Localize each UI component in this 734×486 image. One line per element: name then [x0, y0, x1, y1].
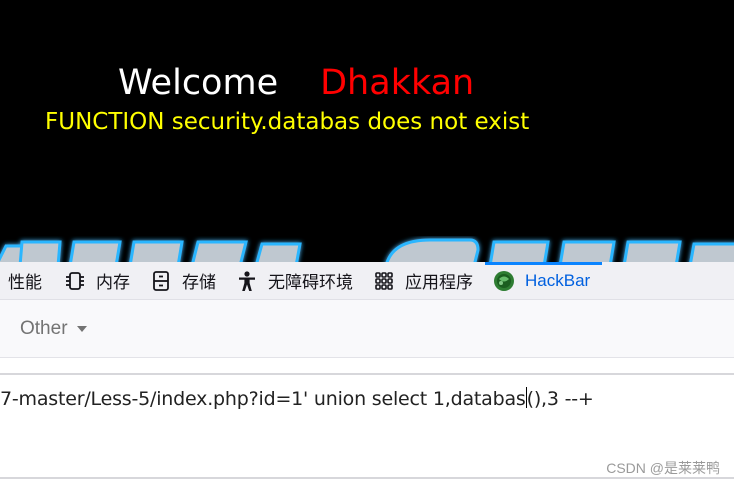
url-text-after-cursor: (),3 --+ [526, 388, 594, 410]
welcome-text: Welcome [118, 63, 279, 103]
other-menu-button[interactable]: Other [20, 318, 87, 340]
hackbar-toolbar: Other [0, 300, 734, 358]
tab-accessibility[interactable]: 无障碍环境 [228, 262, 365, 300]
url-text-before-cursor: 7-master/Less-5/index.php?id=1' union se… [0, 388, 526, 410]
tab-memory[interactable]: 内存 [56, 262, 142, 300]
storage-icon [150, 270, 172, 292]
devtools-tab-bar: 性能 内存 存储 无障碍环境 应用程序 HackBar [0, 261, 734, 300]
tab-label: HackBar [525, 270, 591, 290]
other-menu-label: Other [20, 318, 68, 339]
website-content: Welcome Dhakkan FUNCTION security.databas… [0, 0, 734, 262]
tab-label: 内存 [96, 273, 130, 292]
hackbar-logo-icon [493, 270, 515, 292]
memory-chip-icon [64, 270, 86, 292]
url-text: 7-master/Less-5/index.php?id=1' union se… [0, 387, 594, 410]
site-logo-banner [0, 238, 734, 262]
tab-label: 存储 [182, 273, 216, 292]
accessibility-icon [236, 270, 258, 292]
tab-label: 无障碍环境 [268, 273, 353, 292]
app-grid-icon [373, 270, 395, 292]
tab-label: 性能 [8, 273, 42, 292]
watermark: CSDN @是莱莱鸭 [606, 460, 720, 476]
tab-label: 应用程序 [405, 273, 473, 292]
tab-performance[interactable]: 性能 [0, 262, 56, 300]
sql-error-message: FUNCTION security.databas does not exist [45, 109, 530, 135]
browser-window: Welcome Dhakkan FUNCTION security.databas… [0, 0, 734, 486]
caret-down-icon [76, 326, 87, 332]
tab-storage[interactable]: 存储 [142, 262, 228, 300]
welcome-line: Welcome Dhakkan [118, 62, 474, 104]
username-text: Dhakkan [320, 63, 475, 103]
tab-hackbar[interactable]: HackBar [485, 261, 603, 300]
tab-application[interactable]: 应用程序 [365, 262, 485, 300]
